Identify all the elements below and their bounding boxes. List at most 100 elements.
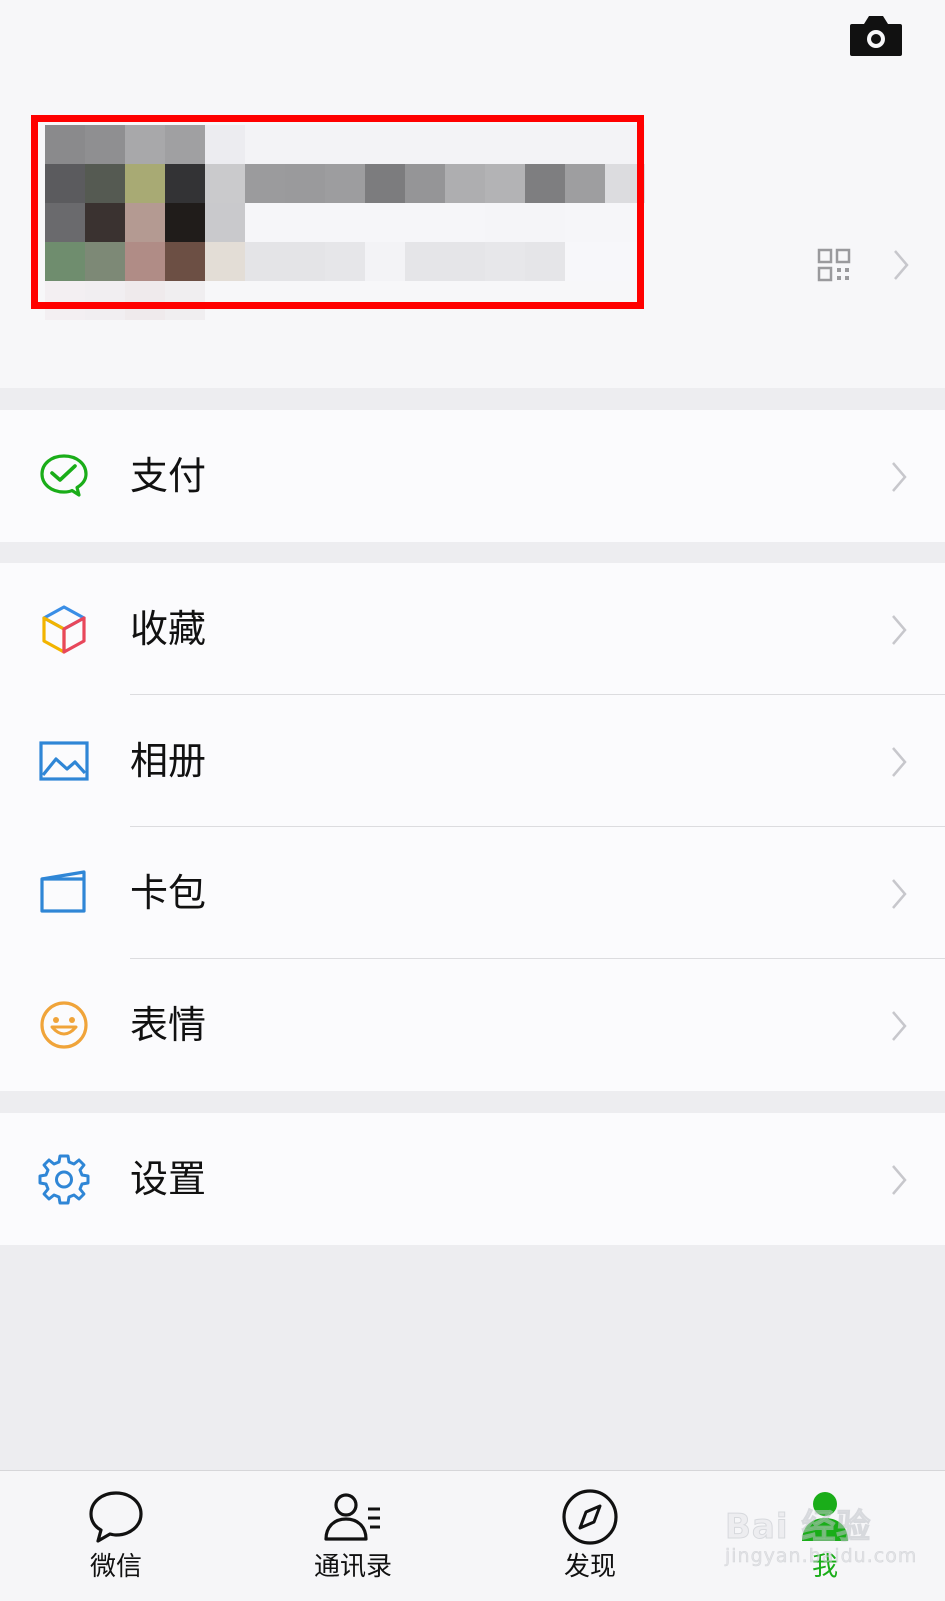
mosaic-pixel: [525, 281, 565, 320]
mosaic-pixel: [325, 242, 365, 281]
mosaic-pixel: [85, 125, 125, 164]
mosaic-pixel: [325, 203, 365, 242]
mosaic-pixel: [125, 281, 165, 320]
card-wallet-icon: [38, 867, 90, 919]
mosaic-pixel: [365, 125, 405, 164]
mosaic-pixel: [445, 281, 485, 320]
section-pay: 支付: [0, 410, 945, 542]
mosaic-pixel: [565, 203, 605, 242]
mosaic-pixel: [485, 242, 525, 281]
tab-label-contacts: 通讯录: [313, 1552, 392, 1582]
tab-label-discover: 发现: [563, 1552, 616, 1582]
mosaic-pixel: [245, 242, 285, 281]
mosaic-pixel: [285, 125, 325, 164]
menu-label-stickers: 表情: [130, 1003, 207, 1047]
profile-card[interactable]: [45, 125, 645, 320]
mosaic-pixel: [605, 203, 645, 242]
mosaic-pixel: [165, 281, 205, 320]
mosaic-pixel: [485, 125, 525, 164]
mosaic-pixel: [565, 125, 605, 164]
chevron-right-icon: [894, 250, 909, 280]
mosaic-pixel: [405, 203, 445, 242]
mosaic-pixel: [205, 281, 245, 320]
mosaic-pixel: [525, 164, 565, 203]
mosaic-pixel: [605, 242, 645, 281]
mosaic-pixel: [605, 164, 645, 203]
mosaic-pixel: [565, 281, 605, 320]
tab-discover[interactable]: 发现: [510, 1487, 670, 1597]
menu-item-stickers[interactable]: 表情: [0, 959, 945, 1091]
tab-chats[interactable]: 微信: [36, 1487, 196, 1597]
menu-item-album[interactable]: 相册: [0, 695, 945, 827]
menu-item-favorites[interactable]: 收藏: [0, 563, 945, 695]
mosaic-pixel: [565, 242, 605, 281]
profile-header: [0, 0, 945, 388]
mosaic-pixel: [165, 203, 205, 242]
mosaic-pixel: [405, 164, 445, 203]
mosaic-pixel: [45, 125, 85, 164]
bottom-tab-bar: 微信 通讯录 发现 我 Bai 经验 jingyan.baidu.com: [0, 1470, 945, 1601]
menu-item-pay[interactable]: 支付: [0, 410, 945, 542]
chevron-right-icon: [890, 1163, 908, 1197]
chevron-right-icon: [890, 613, 908, 647]
mosaic-pixel: [245, 203, 285, 242]
menu-label-cards: 卡包: [130, 871, 207, 915]
chevron-right-icon: [890, 1009, 908, 1043]
mosaic-pixel: [285, 242, 325, 281]
tab-contacts[interactable]: 通讯录: [273, 1487, 433, 1597]
mosaic-pixel: [285, 203, 325, 242]
profile-chevron[interactable]: [892, 248, 910, 282]
mosaic-pixel: [445, 164, 485, 203]
mosaic-pixel: [445, 203, 485, 242]
mosaic-pixel: [525, 242, 565, 281]
menu-item-cards[interactable]: 卡包: [0, 827, 945, 959]
mosaic-pixel: [485, 203, 525, 242]
mosaic-pixel: [205, 242, 245, 281]
menu-label-favorites: 收藏: [130, 607, 207, 651]
mosaic-pixel: [365, 242, 405, 281]
mosaic-pixel: [165, 125, 205, 164]
menu-label-settings: 设置: [130, 1157, 207, 1201]
mosaic-pixel: [405, 125, 445, 164]
mosaic-pixel: [205, 203, 245, 242]
chevron-right-icon: [890, 745, 908, 779]
mosaic-pixel: [445, 125, 485, 164]
cube-icon: [38, 603, 90, 655]
menu-label-pay: 支付: [130, 454, 207, 498]
mosaic-pixel: [85, 281, 125, 320]
mosaic-pixel: [365, 203, 405, 242]
chat-bubble-icon: [85, 1487, 147, 1549]
mosaic-pixel: [405, 242, 445, 281]
mosaic-pixel: [485, 281, 525, 320]
mosaic-pixel: [325, 281, 365, 320]
contacts-icon: [322, 1487, 384, 1549]
mosaic-pixel: [125, 164, 165, 203]
mosaic-pixel: [85, 242, 125, 281]
mosaic-pixel: [365, 164, 405, 203]
mosaic-pixel: [165, 164, 205, 203]
mosaic-pixel: [525, 203, 565, 242]
mosaic-pixel: [245, 125, 285, 164]
qr-code-button[interactable]: [817, 248, 851, 282]
tab-me[interactable]: 我: [745, 1487, 905, 1597]
mosaic-pixel: [245, 164, 285, 203]
menu-item-settings[interactable]: 设置: [0, 1113, 945, 1245]
mosaic-pixel: [165, 242, 205, 281]
mosaic-pixel: [605, 281, 645, 320]
mosaic-pixel: [325, 164, 365, 203]
section-tools: 收藏 相册 卡包 表情: [0, 563, 945, 1091]
smiley-icon: [38, 999, 90, 1051]
mosaic-pixel: [565, 164, 605, 203]
mosaic-pixel: [125, 242, 165, 281]
mosaic-pixel: [285, 164, 325, 203]
mosaic-pixel: [125, 203, 165, 242]
mosaic-pixel: [325, 125, 365, 164]
mosaic-pixel: [285, 281, 325, 320]
qr-code-icon: [817, 248, 851, 282]
camera-button[interactable]: [848, 12, 904, 58]
mosaic-pixel: [445, 242, 485, 281]
picture-icon: [38, 735, 90, 787]
mosaic-pixel: [125, 125, 165, 164]
mosaic-pixel: [45, 281, 85, 320]
mosaic-pixel: [485, 164, 525, 203]
